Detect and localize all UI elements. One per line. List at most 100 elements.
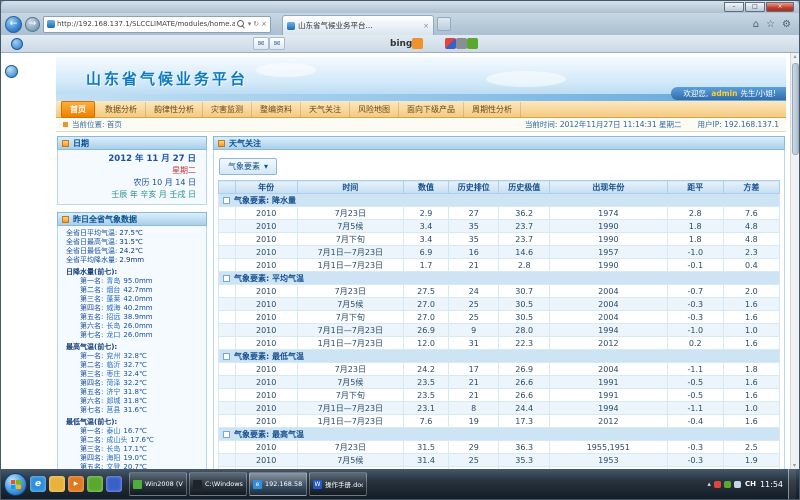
new-tab-button[interactable] — [437, 17, 451, 31]
addon1-icon[interactable] — [445, 38, 456, 49]
collapse-box-icon[interactable] — [223, 197, 230, 204]
row-select-cell[interactable] — [219, 259, 236, 272]
assistant-logo-icon[interactable] — [11, 38, 23, 50]
row-select-cell[interactable] — [219, 246, 236, 259]
col-header-1[interactable]: 时间 — [297, 181, 404, 194]
address-bar[interactable]: http://192.168.137.1/SLCCLIMATE/modules/… — [43, 16, 271, 33]
element-filter-button[interactable]: 气象要素 ▾ — [219, 158, 277, 175]
favorites-icon[interactable]: ☆ — [766, 19, 775, 30]
table-row[interactable]: 20101月1日—7月23日1.7212.81990-0.10.4 — [219, 259, 780, 272]
station-link[interactable]: 龙口 — [106, 331, 120, 339]
row-select-cell[interactable] — [219, 298, 236, 311]
table-row[interactable]: 20107月5候23.52126.61991-0.51.6 — [219, 376, 780, 389]
station-link[interactable]: 菏泽 — [106, 379, 120, 387]
nav-item-6[interactable]: 风险地图 — [350, 102, 399, 117]
network-icon[interactable] — [734, 481, 741, 488]
taskbar-app-green-icon[interactable] — [87, 476, 103, 492]
station-link[interactable]: 莒县 — [106, 406, 120, 414]
nav-item-7[interactable]: 面向下级产品 — [399, 102, 464, 117]
station-link[interactable]: 烟台 — [106, 286, 120, 294]
station-link[interactable]: 蓬莱 — [106, 295, 120, 303]
browser-tab[interactable]: 山东省气候业务平台... × — [282, 15, 434, 35]
table-row[interactable]: 20107月23日31.52936.31955,1951-0.32.5 — [219, 441, 780, 454]
minimize-button[interactable]: – — [724, 2, 744, 12]
taskbar-ie-icon[interactable]: e — [30, 476, 46, 492]
station-link[interactable]: 郯城 — [106, 397, 120, 405]
stop-icon[interactable]: × — [261, 20, 267, 28]
row-select-cell[interactable] — [219, 285, 236, 298]
language-indicator[interactable]: CH — [745, 480, 756, 488]
addon3-icon[interactable] — [467, 38, 478, 49]
tray-expand-icon[interactable]: ▴ — [707, 480, 711, 488]
start-button[interactable] — [4, 473, 27, 496]
maximize-button[interactable]: □ — [745, 2, 765, 12]
mail-icon[interactable]: ✉ — [253, 37, 269, 50]
row-select-cell[interactable] — [219, 441, 236, 454]
station-link[interactable]: 海阳 — [106, 454, 120, 462]
station-link[interactable]: 威海 — [106, 304, 120, 312]
station-link[interactable]: 兖州 — [106, 352, 120, 360]
row-select-cell[interactable] — [219, 376, 236, 389]
url-text[interactable]: http://192.168.137.1/SLCCLIMATE/modules/… — [57, 20, 235, 28]
taskbar-window-button-2[interactable]: e192.168.58.99... — [249, 472, 307, 496]
table-row[interactable]: 20107月1日—7月23日23.1824.41994-1.11.0 — [219, 402, 780, 415]
scrollbar-thumb[interactable] — [792, 63, 799, 155]
section-row[interactable]: 气象要素: 最高气温 — [219, 428, 780, 441]
section-row[interactable]: 气象要素: 平均气温 — [219, 272, 780, 285]
security-icon[interactable] — [714, 481, 721, 488]
taskbar-folder-icon[interactable] — [49, 476, 65, 492]
table-row[interactable]: 20101月1日—7月23日12.03122.320120.21.6 — [219, 337, 780, 350]
nav-item-8[interactable]: 周期性分析 — [464, 102, 521, 117]
table-row[interactable]: 20107月23日24.21726.92004-1.11.8 — [219, 363, 780, 376]
forward-button[interactable]: → — [25, 17, 40, 32]
taskbar-window-button-0[interactable]: Win2008 (VS2... — [129, 472, 187, 496]
section-row[interactable]: 气象要素: 最低气温 — [219, 350, 780, 363]
station-link[interactable]: 青岛 — [106, 277, 120, 285]
refresh-icon[interactable]: ↻ — [253, 20, 259, 28]
table-row[interactable]: 20101月1日—7月23日7.61917.32012-0.41.6 — [219, 415, 780, 428]
floating-assistant-icon[interactable] — [5, 65, 18, 78]
nav-item-0[interactable]: 首页 — [61, 101, 95, 118]
row-select-cell[interactable] — [219, 324, 236, 337]
taskbar-app-blue-icon[interactable] — [106, 476, 122, 492]
bing-logo[interactable]: bing — [390, 39, 412, 49]
taskbar-clock[interactable]: 11:54 — [760, 480, 783, 489]
table-row[interactable]: 20107月23日27.52430.72004-0.72.0 — [219, 285, 780, 298]
show-desktop-button[interactable] — [788, 469, 796, 499]
scroll-up-icon[interactable]: ▴ — [793, 53, 796, 60]
station-link[interactable]: 长岛 — [106, 322, 120, 330]
table-row[interactable]: 20107月23日2.92736.219742.87.6 — [219, 207, 780, 220]
titlebar[interactable]: – □ × — [1, 1, 799, 13]
table-row[interactable]: 20107月下旬3.43523.719901.84.8 — [219, 233, 780, 246]
bing-button-icon[interactable] — [412, 38, 423, 49]
collapse-box-icon[interactable] — [223, 353, 230, 360]
col-header-7[interactable]: 方差 — [723, 181, 779, 194]
nav-item-2[interactable]: 韵律性分析 — [146, 102, 203, 117]
table-row[interactable]: 20107月5候31.42535.31953-0.31.9 — [219, 454, 780, 467]
col-header-5[interactable]: 出现年份 — [549, 181, 667, 194]
station-link[interactable]: 招远 — [106, 313, 120, 321]
search-icon[interactable] — [237, 20, 246, 29]
table-row[interactable]: 20107月1日—7月23日26.9928.01994-1.01.0 — [219, 324, 780, 337]
vertical-scrollbar[interactable]: ▴ ▾ — [790, 53, 799, 469]
station-link[interactable]: 成山头 — [106, 436, 127, 444]
table-row[interactable]: 20107月5候27.02530.52004-0.31.6 — [219, 298, 780, 311]
row-select-cell[interactable] — [219, 363, 236, 376]
row-select-cell[interactable] — [219, 220, 236, 233]
close-button[interactable]: × — [766, 2, 794, 12]
station-link[interactable]: 临沂 — [106, 361, 120, 369]
update-icon[interactable] — [724, 481, 731, 488]
home-icon[interactable]: ⌂ — [753, 19, 759, 30]
nav-item-4[interactable]: 整编资料 — [252, 102, 301, 117]
station-link[interactable]: 长岛 — [106, 445, 120, 453]
table-row[interactable]: 20107月1日—7月23日6.91614.61957-1.02.3 — [219, 246, 780, 259]
tools-gear-icon[interactable]: ⚙ — [782, 19, 791, 30]
table-row[interactable]: 20107月5候3.43523.719901.84.8 — [219, 220, 780, 233]
station-link[interactable]: 济宁 — [106, 388, 120, 396]
collapse-box-icon[interactable] — [223, 275, 230, 282]
row-select-cell[interactable] — [219, 402, 236, 415]
row-select-cell[interactable] — [219, 233, 236, 246]
col-header-0[interactable]: 年份 — [235, 181, 297, 194]
col-header-2[interactable]: 数值 — [404, 181, 449, 194]
col-header-6[interactable]: 距平 — [667, 181, 723, 194]
